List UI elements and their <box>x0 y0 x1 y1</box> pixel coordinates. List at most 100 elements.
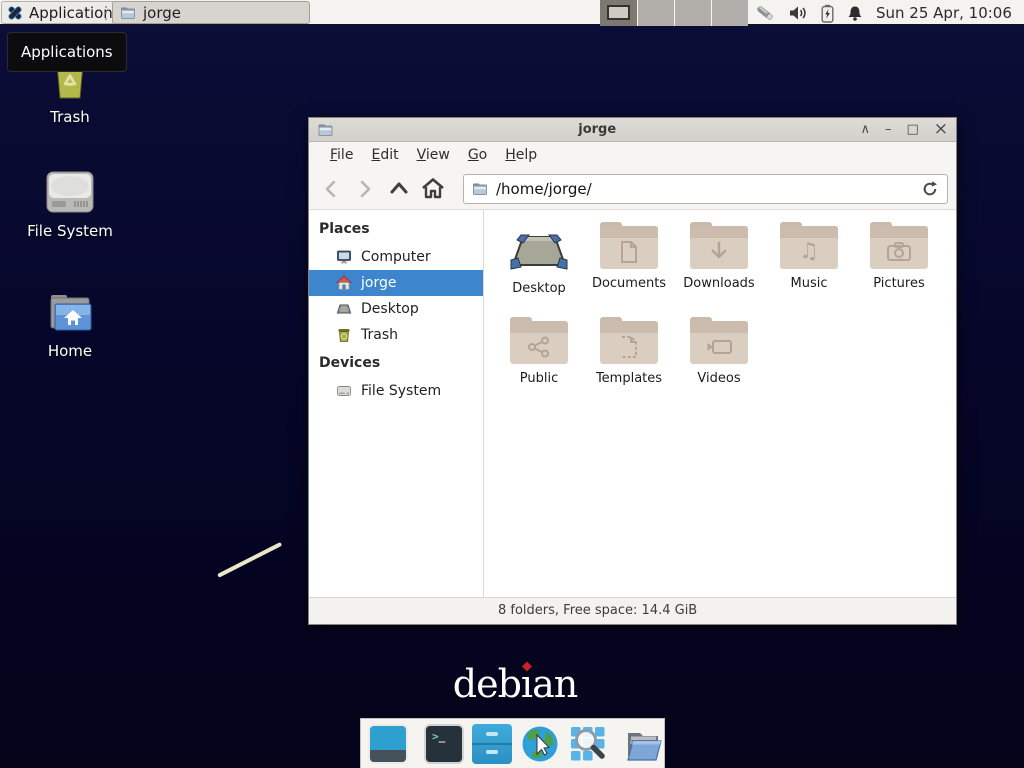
xfce-applications-icon <box>6 4 24 22</box>
menu-help[interactable]: Help <box>496 147 546 163</box>
applications-tooltip: Applications <box>7 32 127 72</box>
show-desktop-button[interactable] <box>368 724 408 764</box>
web-browser-launcher[interactable] <box>520 724 560 764</box>
bell-icon[interactable] <box>847 5 863 22</box>
sidebar-item-computer[interactable]: Computer <box>309 244 483 270</box>
file-manager-launcher[interactable] <box>472 724 512 764</box>
home-icon <box>336 275 352 291</box>
top-panel: Applications jorge <box>0 0 1024 26</box>
music-folder-icon: ♫ <box>780 222 838 269</box>
workspace-2[interactable] <box>637 0 674 26</box>
debian-logo: debıan <box>445 662 585 706</box>
titlebar[interactable]: jorge ∧ – □ × <box>309 118 956 142</box>
window-folder-icon <box>317 122 334 138</box>
statusbar-text: 8 folders, Free space: 14.4 GiB <box>498 603 697 618</box>
sidebar-item-label: Computer <box>361 249 431 265</box>
drawn-line <box>217 542 282 578</box>
home-folder-icon <box>46 288 94 336</box>
sidebar-item-desktop[interactable]: Desktop <box>309 296 483 322</box>
sidebar-item-label: Desktop <box>361 301 419 317</box>
menu-file[interactable]: File <box>321 147 362 163</box>
menu-go[interactable]: Go <box>459 147 496 163</box>
statusbar: 8 folders, Free space: 14.4 GiB <box>309 597 956 624</box>
battery-icon[interactable] <box>821 4 834 23</box>
up-button[interactable] <box>385 174 413 204</box>
window-content: Places Computer <box>309 210 956 597</box>
path-input[interactable] <box>496 180 913 198</box>
public-folder-icon <box>510 317 568 364</box>
menu-edit[interactable]: Edit <box>362 147 407 163</box>
maximize-button[interactable]: □ <box>906 123 918 136</box>
applications-menu-button[interactable]: Applications <box>1 1 130 24</box>
stylus-icon[interactable] <box>754 3 776 23</box>
back-button[interactable] <box>317 174 345 204</box>
folder-icon <box>120 5 136 21</box>
folder-label: Documents <box>592 276 666 291</box>
folder-item-templates[interactable]: Templates <box>584 317 674 412</box>
folder-label: Templates <box>596 371 662 386</box>
sidebar-item-trash[interactable]: Trash <box>309 322 483 348</box>
home-button[interactable] <box>419 174 447 204</box>
menu-view[interactable]: View <box>408 147 459 163</box>
desktop-icon-label: File System <box>27 222 113 240</box>
taskbar-window-button[interactable]: jorge <box>112 1 310 24</box>
folder-label: Desktop <box>512 281 566 296</box>
folder-label: Music <box>791 276 828 291</box>
desktop-icon-home[interactable]: Home <box>20 288 120 360</box>
workspace-switcher[interactable] <box>600 0 748 26</box>
system-tray: Sun 25 Apr, 10:06 jorge <box>754 0 1024 26</box>
location-bar[interactable] <box>463 174 948 204</box>
workspace-4[interactable] <box>711 0 748 26</box>
panel-drag-handle[interactable] <box>104 6 108 20</box>
devices-header: Devices <box>309 348 483 378</box>
computer-icon <box>336 249 352 265</box>
minimize-button[interactable]: – <box>885 123 892 136</box>
folder-item-pictures[interactable]: Pictures <box>854 222 944 317</box>
shade-button[interactable]: ∧ <box>860 123 870 136</box>
folder-icon <box>472 181 488 197</box>
downloads-folder-icon <box>690 222 748 269</box>
toolbar <box>309 168 956 210</box>
folder-label: Public <box>520 371 558 386</box>
debian-logo-text: deb <box>453 662 521 706</box>
sidebar: Places Computer <box>309 210 484 597</box>
folder-item-public[interactable]: Public <box>494 317 584 412</box>
terminal-launcher[interactable]: >_ <box>424 724 464 764</box>
forward-button[interactable] <box>351 174 379 204</box>
workspace-3[interactable] <box>674 0 711 26</box>
icon-grid: Desktop Documents <box>494 222 944 412</box>
menubar: File Edit View Go Help <box>309 142 956 168</box>
file-browser-launcher[interactable] <box>624 724 664 764</box>
folder-item-downloads[interactable]: Downloads <box>674 222 764 317</box>
volume-icon[interactable] <box>789 5 808 21</box>
workspace-1[interactable] <box>600 0 637 26</box>
app-finder-launcher[interactable] <box>568 724 608 764</box>
dock-panel: >_ <box>360 718 665 768</box>
sidebar-item-label: jorge <box>361 275 396 291</box>
desktop-icon-file-system[interactable]: File System <box>20 168 120 240</box>
workspace-window-preview <box>607 5 630 20</box>
folder-item-desktop[interactable]: Desktop <box>494 222 584 317</box>
reload-icon[interactable] <box>921 180 939 198</box>
panel-clock[interactable]: Sun 25 Apr, 10:06 <box>876 4 1012 22</box>
trash-icon <box>336 327 352 343</box>
folder-label: Downloads <box>683 276 754 291</box>
close-button[interactable]: × <box>934 121 948 138</box>
videos-folder-icon <box>690 317 748 364</box>
file-manager-window: jorge ∧ – □ × File Edit View Go Help <box>308 117 957 625</box>
sidebar-item-jorge[interactable]: jorge <box>309 270 483 296</box>
sidebar-item-label: File System <box>361 383 441 399</box>
debian-logo-text: an <box>532 662 577 706</box>
folder-item-documents[interactable]: Documents <box>584 222 674 317</box>
documents-folder-icon <box>600 222 658 269</box>
folder-item-videos[interactable]: Videos <box>674 317 764 412</box>
folder-item-music[interactable]: ♫ Music <box>764 222 854 317</box>
desktop-icon-label: Home <box>48 342 92 360</box>
music-note-glyph: ♫ <box>780 236 838 267</box>
sidebar-item-file-system[interactable]: File System <box>309 378 483 404</box>
hard-drive-icon <box>44 168 96 216</box>
folder-label: Videos <box>697 371 740 386</box>
folder-view[interactable]: Desktop Documents <box>484 210 956 597</box>
desktop-icon <box>336 301 352 317</box>
tooltip-text: Applications <box>21 43 113 61</box>
